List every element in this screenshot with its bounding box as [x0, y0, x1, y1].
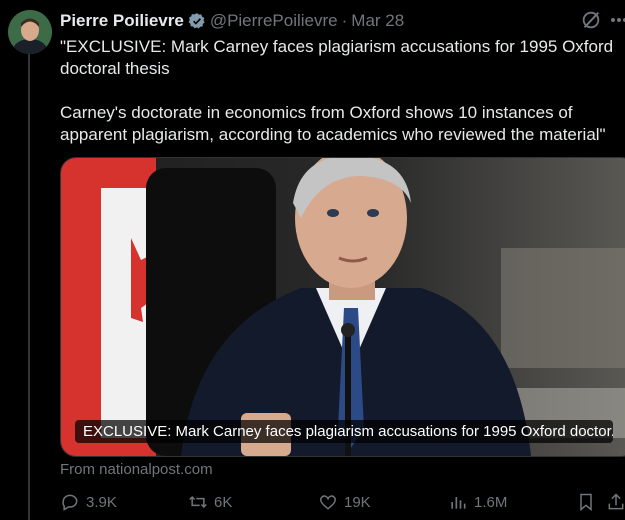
separator-dot: ·	[341, 11, 348, 30]
verified-badge-icon[interactable]	[188, 12, 206, 30]
tweet-text: "EXCLUSIVE: Mark Carney faces plagiarism…	[60, 36, 620, 146]
like-button[interactable]: 19K	[318, 492, 371, 512]
avatar-image	[8, 10, 52, 54]
reply-count: 3.9K	[86, 493, 117, 511]
author-handle[interactable]: @PierrePoilievre	[210, 11, 338, 31]
card-photo	[61, 158, 625, 456]
card-domain[interactable]: From nationalpost.com	[60, 461, 213, 478]
more-icon[interactable]	[610, 9, 625, 31]
like-icon	[319, 495, 337, 510]
tweet-date[interactable]: Mar 28	[351, 11, 404, 31]
views-count: 1.6M	[474, 493, 508, 511]
views-icon	[451, 497, 466, 509]
reply-icon	[62, 494, 78, 511]
bookmark-button[interactable]	[576, 492, 602, 512]
repost-icon	[189, 495, 207, 509]
repost-count: 6K	[214, 493, 233, 511]
tweet-paragraph-2: Carney's doctorate in economics from Oxf…	[60, 103, 606, 144]
tweet-header: Pierre Poilievre @PierrePoilievre · Mar …	[60, 10, 625, 32]
bookmark-icon	[580, 493, 592, 512]
share-icon	[608, 493, 624, 510]
author-name[interactable]: Pierre Poilievre	[60, 11, 184, 31]
thread-line	[28, 54, 30, 520]
share-button[interactable]	[606, 492, 625, 512]
repost-button[interactable]: 6K	[188, 492, 232, 512]
like-count: 19K	[344, 493, 371, 511]
reply-button[interactable]: 3.9K	[60, 492, 117, 512]
link-card[interactable]: EXCLUSIVE: Mark Carney faces plagiarism …	[60, 157, 625, 457]
tweet-paragraph-1: "EXCLUSIVE: Mark Carney faces plagiarism…	[60, 37, 614, 78]
card-caption[interactable]: EXCLUSIVE: Mark Carney faces plagiarism …	[75, 420, 613, 443]
tweet-actions: 3.9K 6K 19K 1.6M	[60, 492, 625, 514]
avatar[interactable]	[8, 10, 52, 54]
views-button[interactable]: 1.6M	[448, 492, 507, 512]
grok-icon[interactable]	[580, 9, 602, 31]
